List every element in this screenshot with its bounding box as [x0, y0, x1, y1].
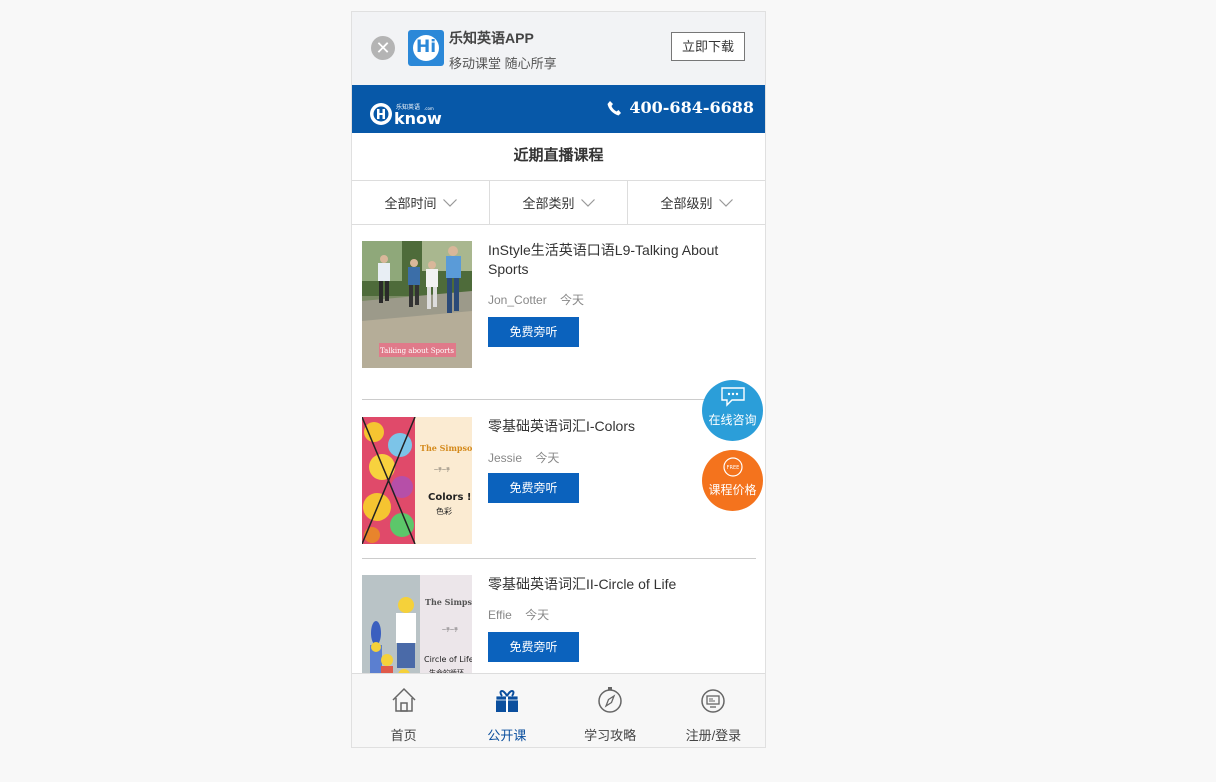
course-thumbnail[interactable]: The Simpsons 一手一手 Colors ! 色彩: [362, 417, 472, 544]
online-consult-label: 在线咨询: [708, 413, 757, 427]
thumbnail-caption: Talking about Sports: [380, 347, 454, 355]
tab-open-class[interactable]: 公开课: [455, 674, 558, 747]
tab-study-guide-label: 学习攻略: [584, 728, 637, 743]
thumbnail-sub: 一手一手: [434, 466, 450, 472]
logo-tld: .com: [424, 106, 434, 111]
online-consult-button[interactable]: 在线咨询: [702, 380, 763, 441]
thumbnail-topic: Colors !: [428, 492, 471, 503]
filter-level-label: 全部级别: [660, 196, 713, 211]
chat-bubble-icon: [721, 387, 745, 407]
mobile-viewport: ✕ Hi 乐知英语APP 移动课堂 随心所享 立即下载 know 乐知英语 .c…: [351, 11, 766, 748]
course-meta: Jessie 今天: [488, 449, 559, 466]
course-title[interactable]: 零基础英语词汇I-Colors: [488, 417, 738, 436]
site-header: know 乐知英语 .com 400-684-6688: [352, 85, 765, 133]
logo-small-text: 乐知英语: [396, 103, 420, 111]
hotline-number: 400-684-6688: [629, 98, 754, 117]
free-audit-button[interactable]: 免费旁听: [488, 632, 579, 662]
close-icon: ✕: [375, 38, 391, 58]
gift-icon: [495, 690, 519, 712]
course-teacher: Jessie: [488, 451, 523, 465]
course-teacher: Jon_Cotter: [488, 293, 547, 307]
thumbnail-series: The Simpsons: [420, 443, 472, 453]
thumbnail-topic: Circle of Life: [424, 655, 472, 664]
user-icon: [701, 689, 726, 713]
course-title[interactable]: InStyle生活英语口语L9-Talking About Sports: [488, 241, 738, 279]
app-logo-letter: Hi: [415, 37, 437, 57]
logo-wordmark: know: [394, 109, 442, 127]
tab-study-guide[interactable]: 学习攻略: [559, 674, 662, 747]
course-list: Talking about Sports InStyle生活英语口语L9-Tal…: [362, 241, 756, 718]
tab-register-login[interactable]: 注册/登录: [662, 674, 765, 747]
thumbnail-sub: 一手一手: [442, 626, 458, 632]
thumbnail-series: The Simpsons: [425, 597, 472, 607]
filter-time[interactable]: 全部时间: [352, 181, 490, 224]
course-item: The Simpsons 一手一手 Colors ! 色彩 零基础英语词汇I-C…: [362, 400, 756, 559]
course-price-button[interactable]: FREE 课程价格: [702, 450, 763, 511]
thumbnail-topic-cn: 色彩: [436, 506, 452, 516]
filter-category[interactable]: 全部类别: [490, 181, 628, 224]
hotline[interactable]: 400-684-6688: [607, 98, 754, 117]
app-logo-icon: Hi: [408, 30, 444, 66]
phone-icon: [607, 100, 622, 115]
course-date: 今天: [525, 608, 550, 622]
course-date: 今天: [535, 451, 560, 465]
filter-time-label: 全部时间: [384, 196, 437, 211]
free-badge-text: FREE: [727, 465, 740, 471]
app-name: 乐知英语APP: [449, 30, 534, 46]
free-audit-button[interactable]: 免费旁听: [488, 473, 579, 503]
course-thumbnail[interactable]: Talking about Sports: [362, 241, 472, 368]
free-audit-button[interactable]: 免费旁听: [488, 317, 579, 347]
course-meta: Effie 今天: [488, 606, 549, 623]
filter-bar: 全部时间 全部类别 全部级别: [352, 181, 765, 225]
course-item: Talking about Sports InStyle生活英语口语L9-Tal…: [362, 241, 756, 400]
app-tagline: 移动课堂 随心所享: [449, 56, 557, 71]
bottom-tab-bar: 首页 公开课 学习攻略 注册/登录: [352, 673, 765, 747]
chevron-down-icon: [580, 198, 595, 207]
course-meta: Jon_Cotter 今天: [488, 291, 584, 308]
chevron-down-icon: [718, 198, 733, 207]
tab-open-class-label: 公开课: [487, 728, 527, 743]
compass-icon: [598, 687, 622, 713]
tab-home[interactable]: 首页: [352, 674, 455, 747]
app-download-banner: ✕ Hi 乐知英语APP 移动课堂 随心所享 立即下载: [352, 12, 765, 85]
tab-home-label: 首页: [390, 728, 417, 743]
filter-level[interactable]: 全部级别: [628, 181, 765, 224]
download-app-button[interactable]: 立即下载: [671, 32, 745, 61]
course-teacher: Effie: [488, 608, 512, 622]
tab-register-login-label: 注册/登录: [685, 728, 742, 743]
course-price-label: 课程价格: [708, 483, 757, 497]
free-tag-icon: FREE: [723, 457, 743, 477]
chevron-down-icon: [442, 198, 457, 207]
close-banner-button[interactable]: ✕: [371, 36, 395, 60]
filter-category-label: 全部类别: [522, 196, 575, 211]
home-icon: [392, 687, 416, 712]
course-title[interactable]: 零基础英语词汇II-Circle of Life: [488, 575, 738, 594]
page-title: 近期直播课程: [352, 133, 765, 181]
course-date: 今天: [560, 293, 585, 307]
site-logo[interactable]: know 乐知英语 .com: [369, 101, 443, 132]
